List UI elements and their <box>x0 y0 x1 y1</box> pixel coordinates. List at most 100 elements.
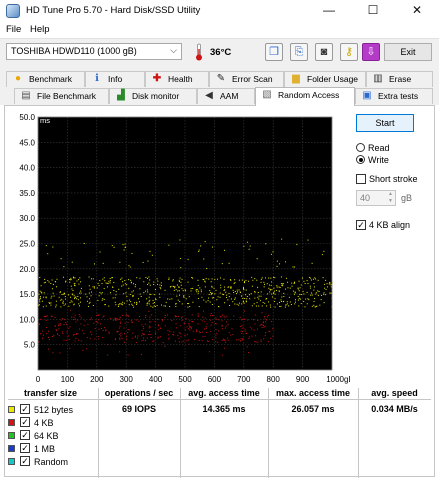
data-point <box>151 254 153 256</box>
data-point <box>211 246 213 248</box>
data-point <box>282 285 284 287</box>
data-point <box>62 276 64 278</box>
data-point <box>136 277 138 279</box>
drive-select[interactable]: TOSHIBA HDWD110 (1000 gB) ⌵ <box>6 43 182 60</box>
data-point <box>291 282 293 284</box>
checkbox-1mb[interactable]: ✓ <box>20 443 30 453</box>
data-point <box>76 333 78 335</box>
checkbox-512-bytes[interactable]: ✓ <box>20 404 30 414</box>
close-button[interactable]: ✕ <box>395 0 439 22</box>
data-point <box>167 338 169 340</box>
header-max-access: max. access time <box>275 388 351 398</box>
data-point <box>310 294 312 296</box>
data-point <box>308 299 310 301</box>
data-point <box>69 347 71 349</box>
checkbox-64kb[interactable]: ✓ <box>20 430 30 440</box>
data-point <box>190 290 192 292</box>
write-radio[interactable] <box>356 155 365 164</box>
short-stroke-spinner[interactable]: 40 ▲ ▼ <box>356 190 396 206</box>
data-point <box>266 283 268 285</box>
data-point <box>147 283 149 285</box>
legend-swatch-random <box>8 458 15 465</box>
data-point <box>102 329 104 331</box>
tab-file-benchmark[interactable]: ▤ File Benchmark <box>14 88 109 104</box>
tab-aam[interactable]: ◀ AAM <box>197 88 255 104</box>
data-point <box>199 287 201 289</box>
minimize-button[interactable]: — <box>307 0 351 22</box>
data-point <box>76 280 78 282</box>
data-point <box>150 334 152 336</box>
tab-health[interactable]: ✚ Health <box>145 71 209 87</box>
copy-text-icon[interactable]: ❐ <box>265 43 283 61</box>
data-point <box>323 292 325 294</box>
data-point <box>325 279 327 281</box>
maximize-button[interactable]: ☐ <box>351 0 395 22</box>
data-point <box>68 327 70 329</box>
data-point <box>269 288 271 290</box>
data-point <box>256 279 258 281</box>
screenshot-camera-icon[interactable]: ◙ <box>315 43 333 61</box>
copy-clipboard-icon[interactable]: ⎘ <box>290 43 308 61</box>
data-point <box>201 296 203 298</box>
data-point <box>176 327 178 329</box>
data-point <box>205 326 207 328</box>
data-point <box>220 287 222 289</box>
save-download-icon[interactable]: ⇩ <box>362 43 380 61</box>
align-checkbox[interactable]: ✓ <box>356 220 366 230</box>
data-point <box>207 300 209 302</box>
data-point <box>137 335 139 337</box>
data-point <box>154 289 156 291</box>
checkbox-4kb[interactable]: ✓ <box>20 417 30 427</box>
data-point <box>74 296 76 298</box>
data-point <box>199 331 201 333</box>
data-point <box>204 321 206 323</box>
x-tick-label: 0 <box>36 375 41 384</box>
menu-file[interactable]: File <box>6 24 21 35</box>
data-point <box>106 282 108 284</box>
data-point <box>321 254 323 256</box>
data-point <box>128 279 130 281</box>
data-point <box>113 246 115 248</box>
data-point <box>210 294 212 296</box>
menu-help[interactable]: Help <box>30 24 50 35</box>
read-radio[interactable] <box>356 143 365 152</box>
data-point <box>313 286 315 288</box>
tab-benchmark[interactable]: ● Benchmark <box>6 71 85 87</box>
tab-error-scan[interactable]: ✎ Error Scan <box>209 71 284 87</box>
data-point <box>157 337 159 339</box>
data-point <box>140 295 142 297</box>
checkbox-random[interactable]: ✓ <box>20 456 30 466</box>
tab-folder-usage[interactable]: ▆ Folder Usage <box>284 71 366 87</box>
data-point <box>70 285 72 287</box>
data-point <box>186 334 188 336</box>
data-point <box>56 278 58 280</box>
data-point <box>176 295 178 297</box>
data-point <box>97 282 99 284</box>
data-point <box>216 299 218 301</box>
short-stroke-checkbox[interactable] <box>356 174 366 184</box>
data-point <box>60 306 62 308</box>
data-point <box>97 322 99 324</box>
exit-button[interactable]: Exit <box>384 43 432 61</box>
tab-erase[interactable]: ▥ Erase <box>366 71 433 87</box>
data-point <box>220 284 222 286</box>
start-button[interactable]: Start <box>356 114 414 132</box>
data-point <box>238 302 240 304</box>
data-point <box>113 281 115 283</box>
access-time-chart: 50.045.040.035.030.025.020.015.010.05.0m… <box>19 113 350 384</box>
data-point <box>162 341 164 343</box>
tab-disk-monitor[interactable]: ▟ Disk monitor <box>109 88 197 104</box>
data-point <box>232 301 234 303</box>
data-point <box>221 320 223 322</box>
tab-random-access[interactable]: ▧ Random Access <box>255 87 355 106</box>
data-point <box>204 241 206 243</box>
tab-extra-tests[interactable]: ▣ Extra tests <box>355 88 433 104</box>
options-key-icon[interactable]: ⚷ <box>340 43 358 61</box>
data-point <box>313 283 315 285</box>
data-point <box>65 339 67 341</box>
x-tick-label: 100 <box>61 375 75 384</box>
data-point <box>68 305 70 307</box>
data-point <box>178 290 180 292</box>
tab-info[interactable]: ℹ Info <box>85 71 145 87</box>
align-label: 4 KB align <box>369 220 411 230</box>
